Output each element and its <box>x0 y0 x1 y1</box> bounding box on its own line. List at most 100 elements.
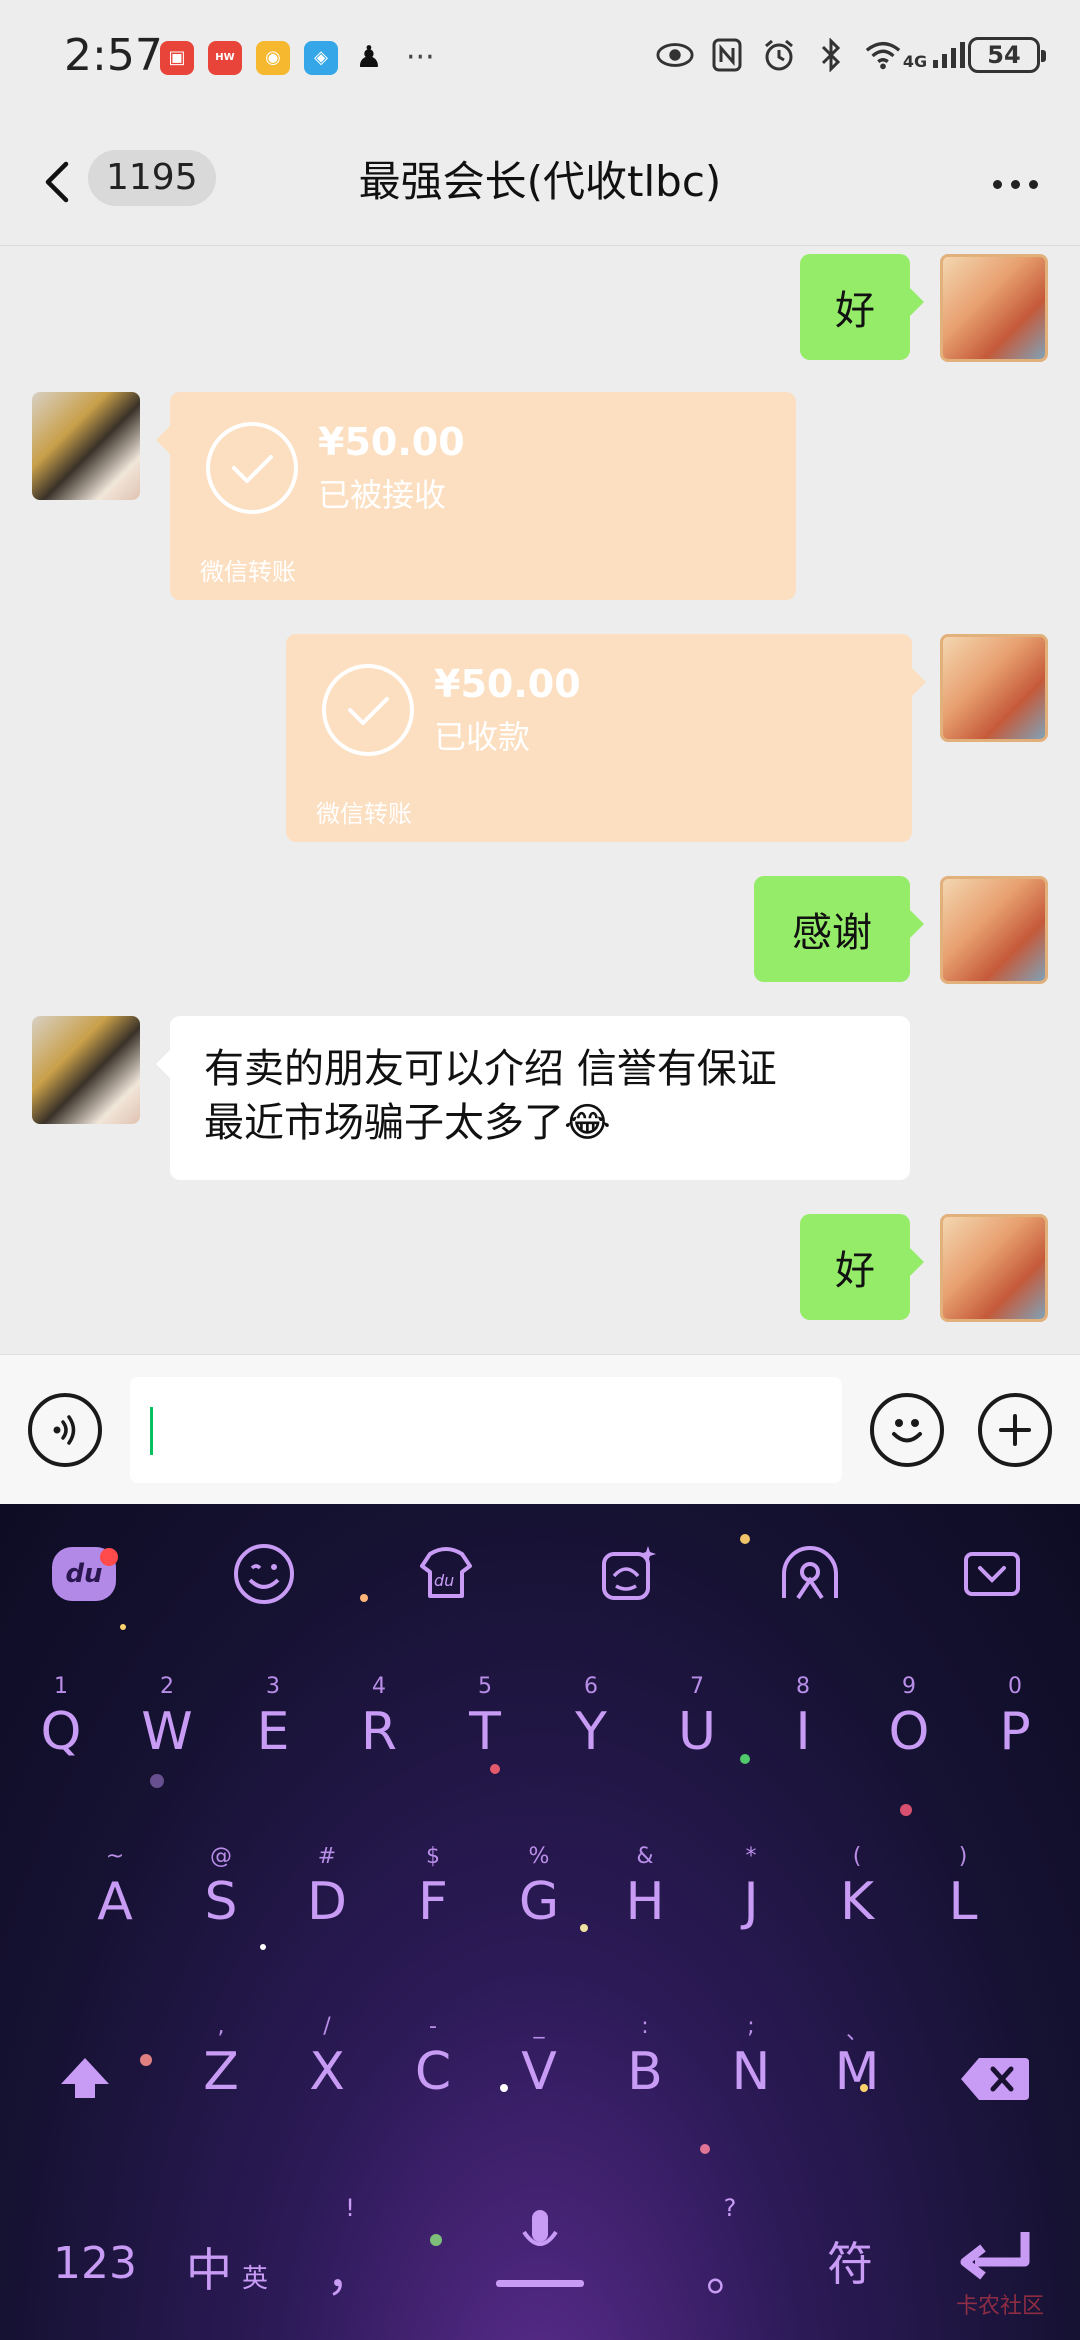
key-j[interactable]: * J <box>706 1844 796 1954</box>
chat-header: 1195 最强会长(代收tlbc) <box>0 120 1080 246</box>
transfer-card-collected[interactable]: ¥50.00 已收款 微信转账 <box>286 634 926 842</box>
message-text-line: 最近市场骗子太多了 <box>204 1100 564 1146</box>
unread-count-badge[interactable]: 1195 <box>88 150 216 206</box>
more-notifications-icon: ··· <box>406 40 435 75</box>
assistant-icon <box>782 1546 838 1600</box>
self-avatar[interactable] <box>940 634 1048 742</box>
key-o[interactable]: 9O <box>864 1674 954 1784</box>
skin-icon: du <box>420 1547 472 1598</box>
notification-icons: ▣ HW ◉ ◈ ♟ ··· <box>160 40 435 75</box>
sticker-icon <box>602 1546 656 1600</box>
star-decoration <box>900 1804 912 1816</box>
check-circle-icon <box>322 664 414 756</box>
star-decoration <box>430 2234 442 2246</box>
collapse-keyboard-button[interactable] <box>958 1540 1026 1608</box>
voice-input-key[interactable] <box>480 2204 600 2304</box>
more-attachments-button[interactable] <box>978 1393 1052 1467</box>
nfc-icon <box>708 36 746 74</box>
contact-avatar[interactable] <box>32 392 140 500</box>
message-bubble[interactable]: 感谢 <box>754 876 924 982</box>
key-g[interactable]: % G <box>494 1844 584 1954</box>
message-input[interactable] <box>130 1377 842 1483</box>
text-caret <box>150 1407 153 1455</box>
key-x[interactable]: / X <box>282 2014 372 2124</box>
emoji-toolbar-button[interactable] <box>230 1540 298 1608</box>
key-n[interactable]: ; N <box>706 2014 796 2124</box>
enter-arrow-icon <box>960 2232 1030 2280</box>
key-b[interactable]: :B <box>600 2014 690 2124</box>
key-r[interactable]: 4R <box>334 1674 424 1784</box>
blue-app-icon: ◈ <box>304 40 338 75</box>
key-v[interactable]: _ V <box>494 2014 584 2124</box>
wifi-icon <box>864 36 902 74</box>
comma-key[interactable]: ! ， <box>310 2194 390 2314</box>
key-s[interactable]: @ S <box>176 1844 266 1954</box>
star-decoration <box>360 1594 368 1602</box>
back-button[interactable] <box>36 152 86 212</box>
backspace-key[interactable] <box>940 2014 1050 2124</box>
key-k[interactable]: (K <box>812 1844 902 1954</box>
battery-indicator: 54 <box>968 37 1046 73</box>
transfer-status: 已被接收 <box>318 476 447 514</box>
period-key[interactable]: ? 。 <box>690 2194 770 2314</box>
assistant-button[interactable] <box>776 1540 844 1608</box>
chat-more-button[interactable] <box>980 154 1050 214</box>
shift-icon <box>61 2058 109 2098</box>
key-u[interactable]: 7U <box>652 1674 742 1784</box>
key-i[interactable]: 8I <box>758 1674 848 1784</box>
transfer-amount: ¥50.00 <box>434 662 581 706</box>
key-e[interactable]: 3E <box>228 1674 318 1784</box>
star-decoration <box>140 2054 152 2066</box>
soft-keyboard: du du 1Q 2W 3E 4R 5T 6Y 7U 8I 9O 0P ~ A @… <box>0 1504 1080 2340</box>
numbers-key[interactable]: 123 <box>40 2224 150 2304</box>
huawei-app-icon: HW <box>208 40 242 75</box>
key-c[interactable]: -C <box>388 2014 478 2124</box>
system-icons: 4G 54 <box>656 36 1046 74</box>
self-avatar[interactable] <box>940 876 1048 984</box>
shift-key[interactable] <box>30 2014 140 2124</box>
key-f[interactable]: $ F <box>388 1844 478 1954</box>
alarm-icon <box>760 36 798 74</box>
key-z[interactable]: ,Z <box>176 2014 266 2124</box>
skin-button[interactable]: du <box>412 1540 480 1608</box>
language-switch-key[interactable]: 中 英 <box>180 2224 290 2304</box>
huawei-store-icon: ▣ <box>160 40 194 75</box>
key-p[interactable]: 0P <box>970 1674 1060 1784</box>
weibo-icon: ◉ <box>256 40 290 75</box>
key-h[interactable]: & H <box>600 1844 690 1954</box>
voice-input-button[interactable] <box>28 1393 102 1467</box>
qq-icon: ♟ <box>355 40 383 75</box>
self-avatar[interactable] <box>940 254 1048 362</box>
key-a[interactable]: ~ A <box>70 1844 160 1954</box>
self-avatar[interactable] <box>940 1214 1048 1322</box>
key-d[interactable]: # D <box>282 1844 372 1954</box>
transfer-amount: ¥50.00 <box>318 420 465 464</box>
key-q[interactable]: 1Q <box>16 1674 106 1784</box>
contact-avatar[interactable] <box>32 1016 140 1124</box>
sticker-button[interactable] <box>594 1540 662 1608</box>
transfer-label: 微信转账 <box>200 558 296 586</box>
status-bar: 2:57 ▣ HW ◉ ◈ ♟ ··· 4G 54 <box>0 0 1080 120</box>
message-bubble[interactable]: 好 <box>800 254 924 360</box>
plus-icon <box>999 1414 1031 1446</box>
key-t[interactable]: 5T <box>440 1674 530 1784</box>
signal-icon: 4G <box>903 36 966 74</box>
svg-text:du: du <box>434 1571 454 1590</box>
transfer-card-received[interactable]: ¥50.00 已被接收 微信转账 <box>156 392 796 600</box>
message-bubble[interactable]: 好 <box>800 1214 924 1320</box>
backspace-icon <box>961 2058 1029 2100</box>
chat-title: 最强会长(代收tlbc) <box>358 157 722 206</box>
chevron-left-icon <box>45 161 69 203</box>
key-y[interactable]: 6Y <box>546 1674 636 1784</box>
key-w[interactable]: 2W <box>122 1674 212 1784</box>
star-decoration <box>120 1624 126 1630</box>
emoji-button[interactable] <box>870 1393 944 1467</box>
eye-comfort-icon <box>656 36 694 74</box>
symbols-key[interactable]: 符 <box>800 2224 900 2304</box>
message-bubble[interactable]: 有卖的朋友可以介绍 信誉有保证 最近市场骗子太多了😂 <box>156 1016 910 1180</box>
du-logo-button[interactable]: du <box>50 1540 118 1608</box>
watermark: 卡农社区 <box>955 2294 1044 2319</box>
key-l[interactable]: ) L <box>918 1844 1008 1954</box>
message-text: 好 <box>835 1248 875 1294</box>
key-m[interactable]: 、 M <box>812 2014 902 2124</box>
